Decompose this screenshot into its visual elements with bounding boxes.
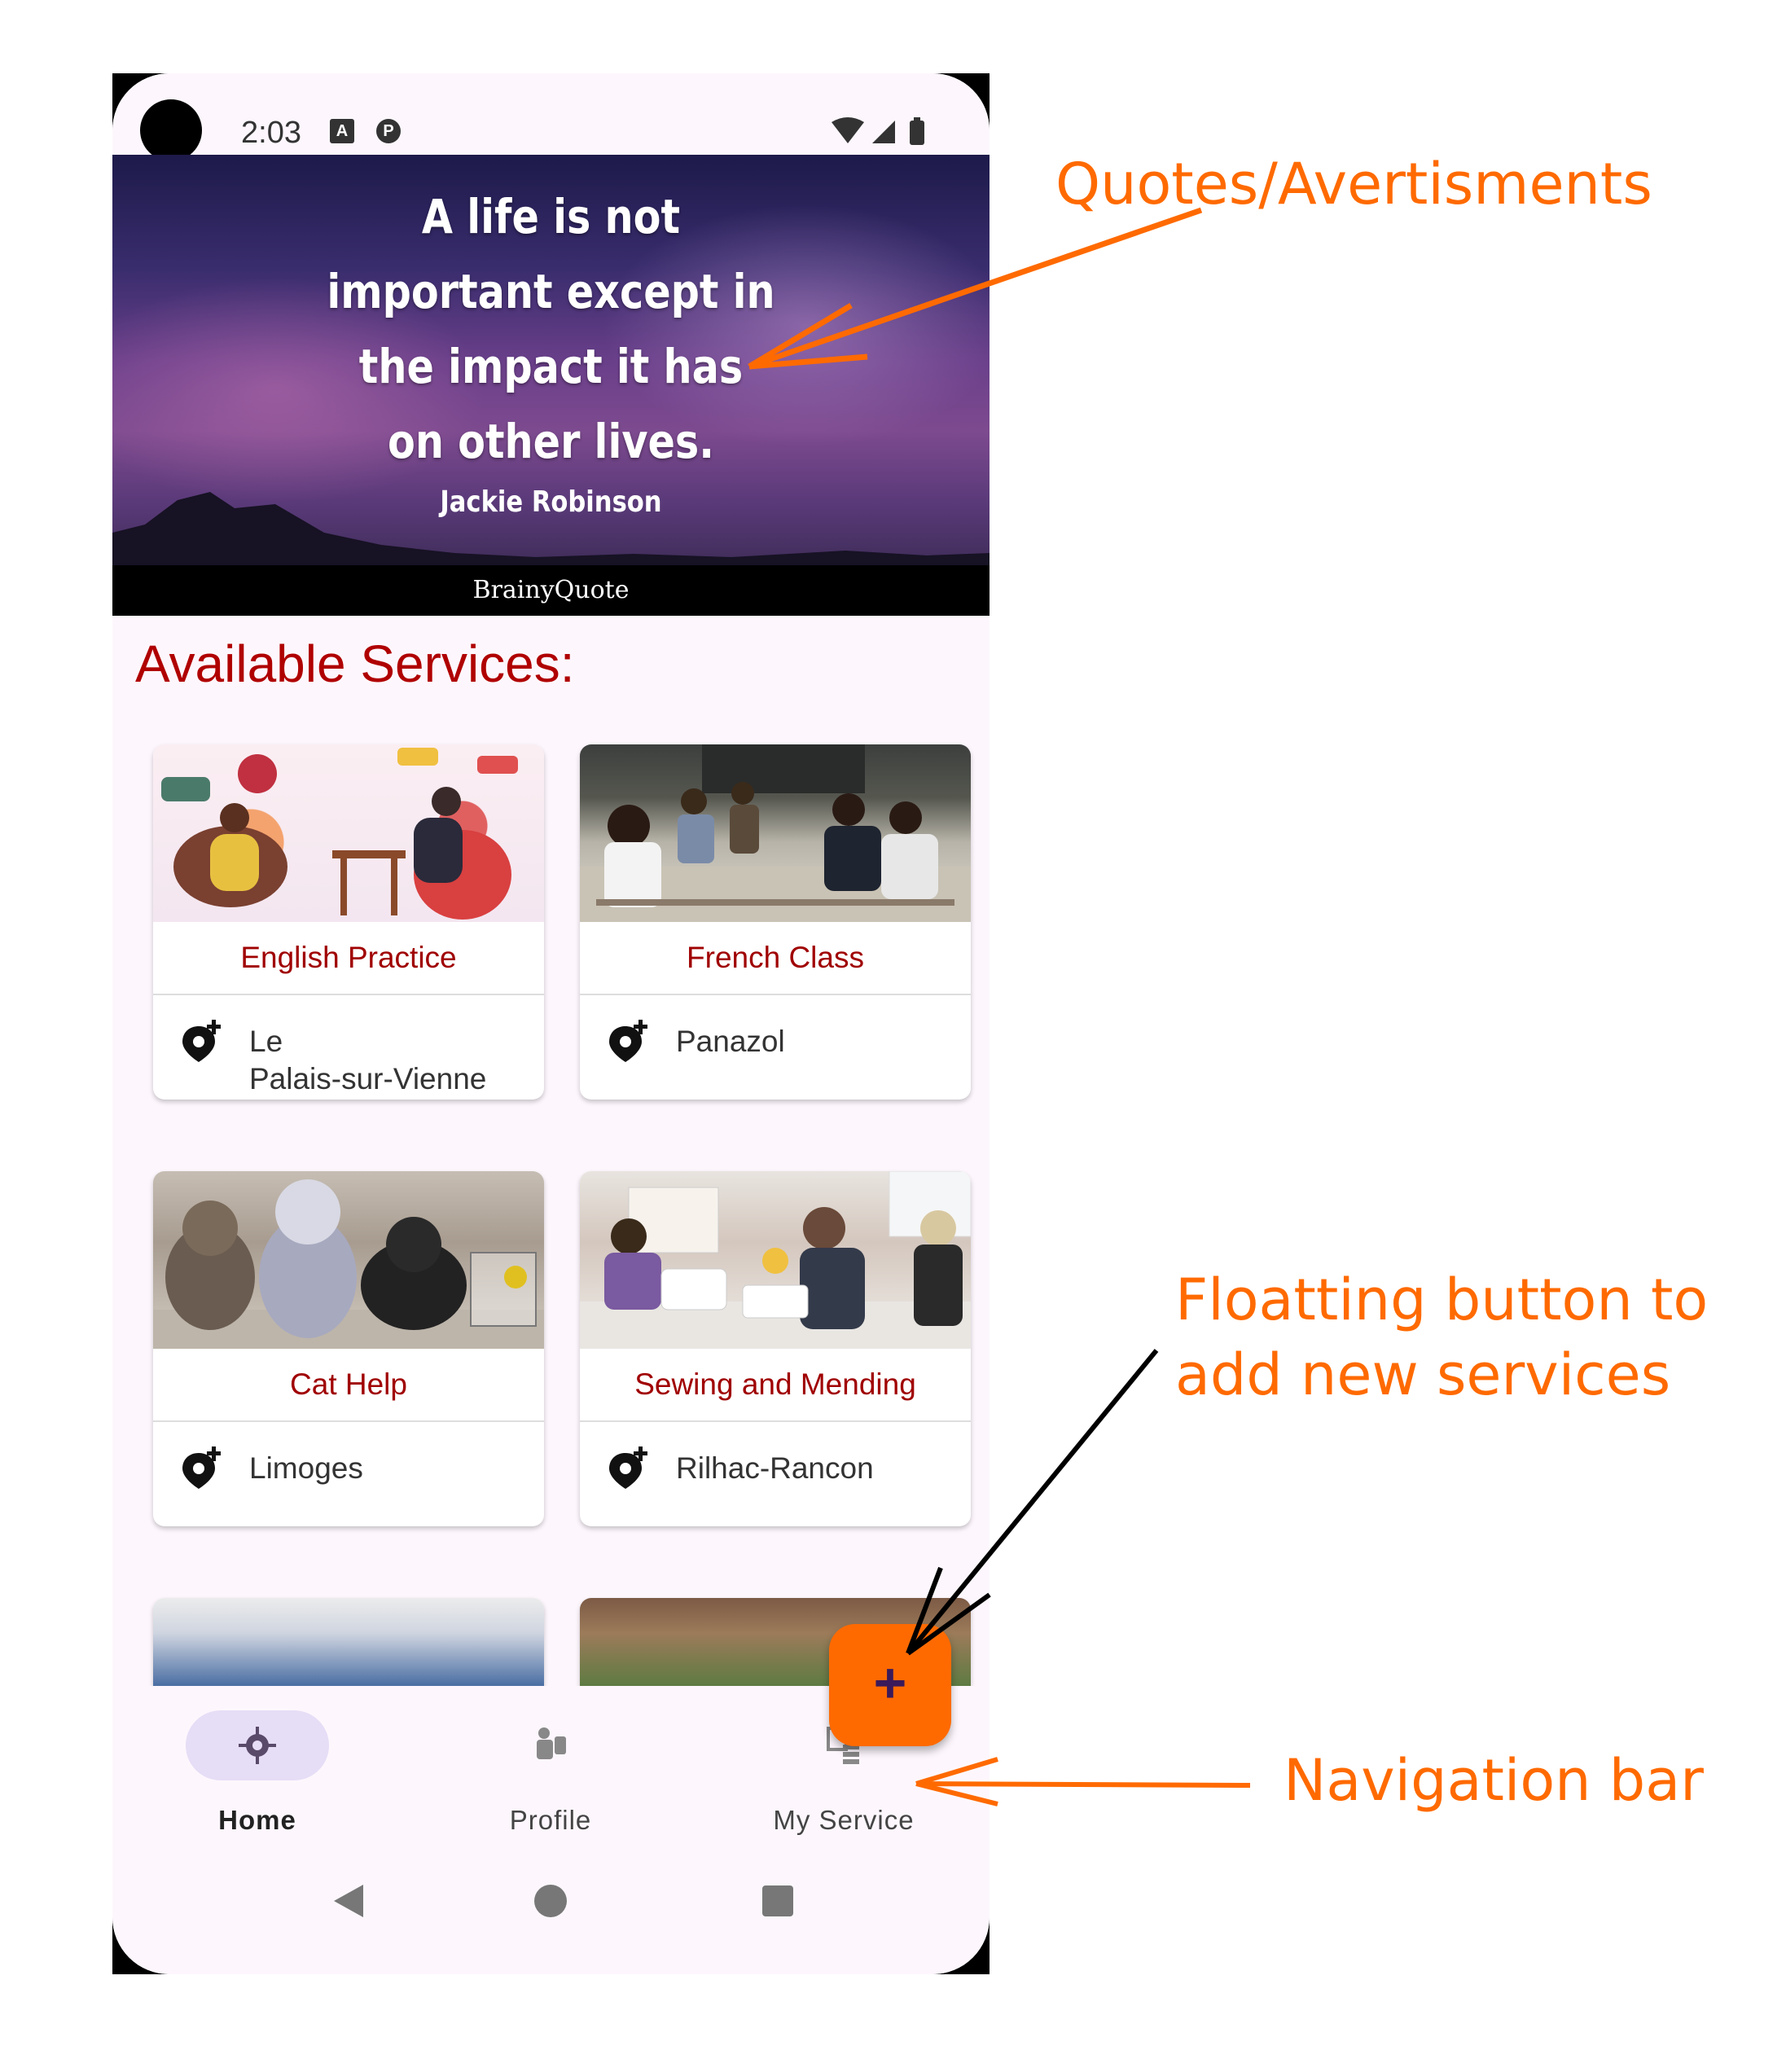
arrow-to-quote-icon	[748, 207, 1203, 370]
arrow-to-navbar-icon	[915, 1757, 1251, 1806]
annotation-arrows	[748, 207, 1251, 1806]
arrow-to-fab-icon	[906, 1349, 1159, 1656]
